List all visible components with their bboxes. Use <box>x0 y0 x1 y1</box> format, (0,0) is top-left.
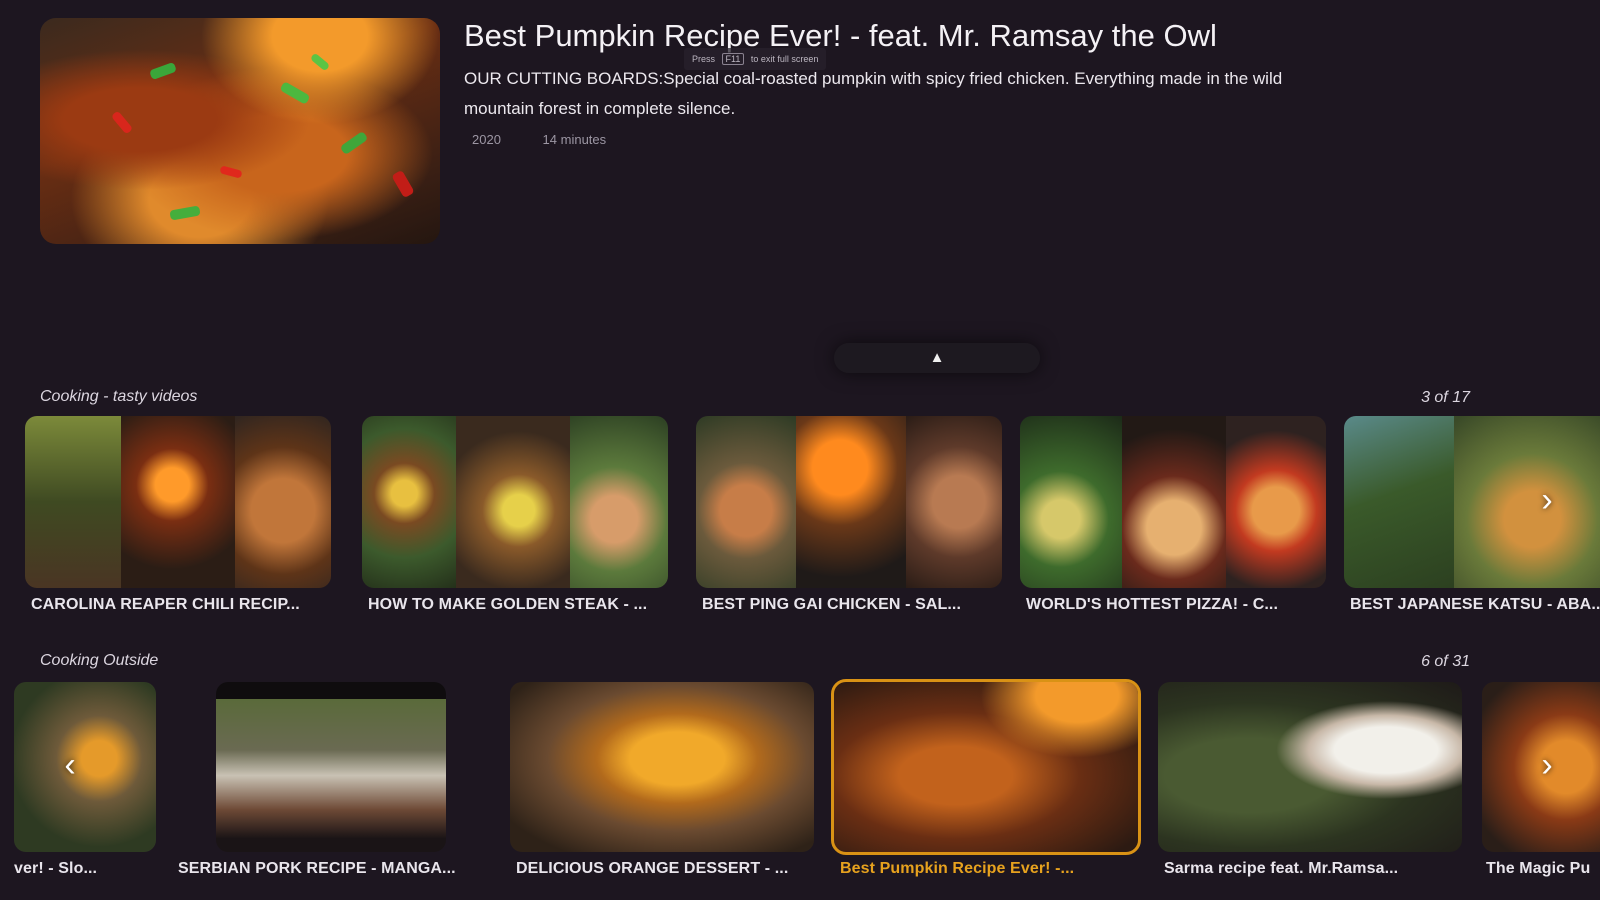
hero-meta: 2020 14 minutes <box>472 132 644 147</box>
video-thumbnail <box>216 682 446 852</box>
video-thumbnail <box>14 682 156 852</box>
video-title: Sarma recipe feat. Mr.Ramsa... <box>1164 860 1399 877</box>
video-thumbnail <box>362 416 668 588</box>
video-title: ver! - Slo... <box>14 860 98 877</box>
row-title: Cooking Outside <box>40 652 159 669</box>
row-count: 6 of 31 <box>1421 653 1470 670</box>
video-title: HOW TO MAKE GOLDEN STEAK - ... <box>368 596 648 613</box>
video-thumbnail <box>1158 682 1462 852</box>
fullscreen-hint-press: Press <box>692 54 716 64</box>
fullscreen-hint: Press F11 to exit full screen <box>684 48 827 70</box>
video-thumbnail <box>25 416 331 588</box>
next-arrow-icon[interactable]: › <box>1532 480 1562 520</box>
video-thumbnail <box>510 682 814 852</box>
hero-description: OUR CUTTING BOARDS:Special coal-roasted … <box>464 69 1283 118</box>
caret-up-icon: ▲ <box>929 349 945 366</box>
video-title: WORLD'S HOTTEST PIZZA! - C... <box>1026 596 1279 613</box>
row-count: 3 of 17 <box>1421 389 1470 406</box>
fullscreen-hint-key: F11 <box>721 53 745 65</box>
hero-thumbnail <box>40 18 440 244</box>
collapse-button[interactable]: ▲ <box>834 343 1040 373</box>
video-thumbnail <box>831 679 1141 855</box>
video-title: CAROLINA REAPER CHILI RECIP... <box>31 596 300 613</box>
video-title: Best Pumpkin Recipe Ever! -... <box>840 860 1075 877</box>
hero-year: 2020 <box>472 132 501 147</box>
video-thumbnail <box>1020 416 1326 588</box>
video-title: DELICIOUS ORANGE DESSERT - ... <box>516 860 789 877</box>
hero-title: Best Pumpkin Recipe Ever! - feat. Mr. Ra… <box>464 18 1217 53</box>
prev-arrow-icon[interactable]: ‹ <box>55 745 85 785</box>
hero-duration: 14 minutes <box>542 132 607 147</box>
video-title: The Magic Pu <box>1486 860 1591 877</box>
video-title: BEST PING GAI CHICKEN - SAL... <box>702 596 962 613</box>
video-title: SERBIAN PORK RECIPE - MANGA... <box>178 860 456 877</box>
fullscreen-hint-text: to exit full screen <box>750 54 819 64</box>
video-thumbnail <box>696 416 1002 588</box>
row-title: Cooking - tasty videos <box>40 388 198 405</box>
next-arrow-icon[interactable]: › <box>1532 745 1562 785</box>
video-title: BEST JAPANESE KATSU - ABA... <box>1350 596 1600 613</box>
